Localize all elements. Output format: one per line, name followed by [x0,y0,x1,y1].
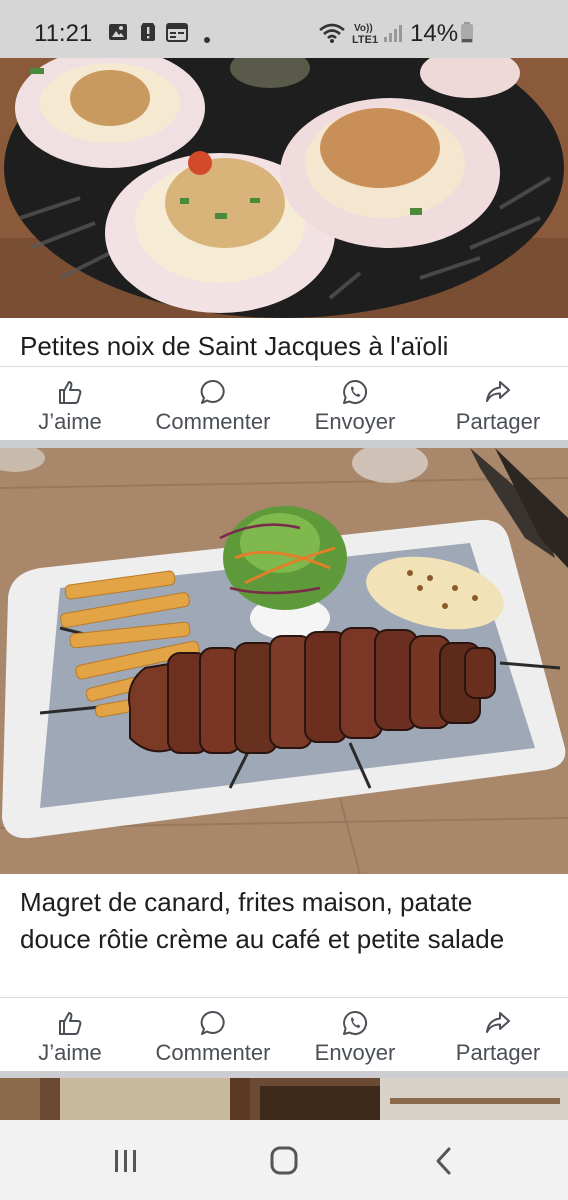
thumbs-up-icon [57,379,83,405]
post-caption: Magret de canard, frites maison, patate … [20,887,505,954]
send-button[interactable]: Envoyer [305,998,405,1072]
share-button[interactable]: Partager [446,367,550,441]
home-icon[interactable] [264,1144,304,1178]
system-nav-bar [0,1120,568,1200]
signal-icon [382,22,404,49]
status-bar: 11:21 Vo)) LTE1 14% [0,0,568,58]
next-post-photo[interactable] [0,1078,568,1120]
image-icon [108,22,128,47]
network-label: LTE1 [352,34,379,46]
whatsapp-icon [342,379,368,405]
dot-icon [203,31,211,49]
duck-steak-photo[interactable] [0,448,568,874]
comment-button[interactable]: Commenter [146,998,280,1072]
comment-icon [200,379,226,405]
post-caption: Petites noix de Saint Jacques à l'aïoli [20,331,449,361]
like-label: J’aime [38,1040,102,1065]
recent-apps-icon[interactable] [106,1144,146,1178]
post-separator [0,440,568,448]
svg-text:Vo)): Vo)) [354,23,373,34]
calendar-icon [166,22,188,47]
comment-icon [200,1010,226,1036]
post-action-bar: J’aime Commenter Envoyer Partager [0,366,568,440]
share-arrow-icon [485,379,511,405]
send-label: Envoyer [314,409,396,434]
send-label: Envoyer [314,1040,396,1065]
comment-label: Commenter [155,409,271,434]
post-action-bar: J’aime Commenter Envoyer Partager [0,997,568,1071]
scallops-photo[interactable] [0,58,568,318]
like-button[interactable]: J’aime [20,998,120,1072]
like-button[interactable]: J’aime [20,367,120,441]
share-button[interactable]: Partager [446,998,550,1072]
send-button[interactable]: Envoyer [305,367,405,441]
whatsapp-icon [342,1010,368,1036]
like-label: J’aime [38,409,102,434]
share-label: Partager [455,1040,541,1065]
battery-percent: 14% [410,20,459,47]
post-separator [0,1071,568,1078]
share-label: Partager [455,409,541,434]
battery-icon [460,22,474,49]
share-arrow-icon [485,1010,511,1036]
status-time: 11:21 [34,20,93,47]
wifi-icon [318,22,346,49]
thumbs-up-icon [57,1010,83,1036]
alert-icon [140,22,156,47]
comment-button[interactable]: Commenter [146,367,280,441]
back-icon[interactable] [424,1144,464,1178]
comment-label: Commenter [155,1040,271,1065]
